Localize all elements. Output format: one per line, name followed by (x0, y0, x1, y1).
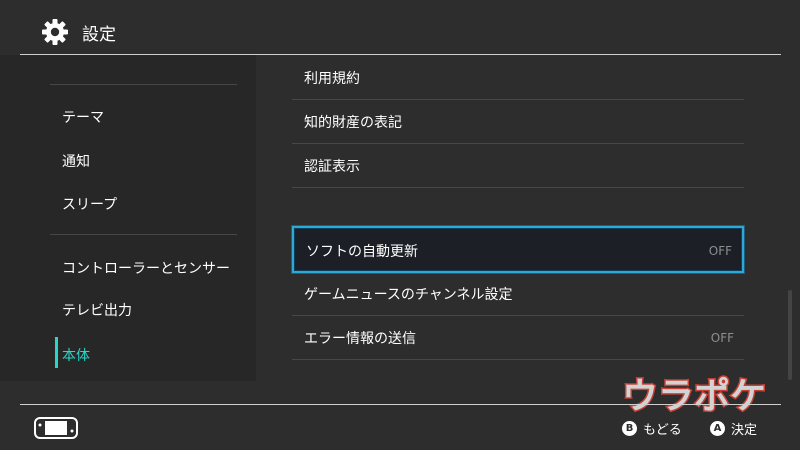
row-label: ゲームニュースのチャンネル設定 (304, 287, 513, 303)
auto-update-value: OFF (708, 244, 732, 258)
sidebar-item-theme[interactable]: テーマ (62, 107, 104, 127)
a-button-icon: A (710, 420, 725, 436)
row-auto-update[interactable]: ソフトの自動更新 OFF (292, 226, 744, 273)
sidebar-item-sleep[interactable]: スリープ (62, 194, 117, 214)
sidebar-item-amiibo[interactable]: amiibo (62, 55, 109, 59)
back-label: もどる (643, 422, 682, 438)
svg-text:ウラポケ: ウラポケ (622, 375, 766, 416)
error-reporting-value: OFF (710, 331, 734, 345)
row-label: 知的財産の表記 (304, 115, 402, 131)
scrollbar[interactable] (788, 290, 792, 380)
confirm-button[interactable]: A 決定 (710, 419, 758, 438)
sidebar-divider (50, 84, 237, 85)
row-label: ソフトの自動更新 (306, 244, 418, 260)
b-button-icon: B (622, 420, 637, 436)
sidebar[interactable]: amiibo テーマ 通知 スリープ コントローラーとセンサー テレビ出力 本体 (0, 55, 256, 381)
row-label: 利用規約 (304, 71, 360, 87)
sidebar-item-notifications[interactable]: 通知 (62, 151, 90, 171)
switch-console-icon (34, 417, 78, 439)
sidebar-item-controllers[interactable]: コントローラーとセンサー (62, 258, 230, 278)
row-label: 認証表示 (304, 159, 360, 175)
row-certification[interactable]: 認証表示 (292, 144, 744, 188)
row-terms-of-use[interactable]: 利用規約 (292, 56, 744, 100)
row-error-reporting[interactable]: エラー情報の送信 OFF (292, 316, 744, 360)
gear-icon (42, 19, 68, 45)
sidebar-divider (50, 234, 237, 235)
header: 設定 (0, 0, 800, 54)
row-ip-notices[interactable]: 知的財産の表記 (292, 100, 744, 144)
footer-divider (20, 404, 781, 405)
sidebar-item-system[interactable]: 本体 (62, 345, 90, 365)
row-news-channels[interactable]: ゲームニュースのチャンネル設定 (292, 272, 744, 316)
back-button[interactable]: B もどる (622, 419, 682, 438)
selection-indicator (55, 337, 58, 368)
row-label: エラー情報の送信 (304, 331, 416, 347)
sidebar-item-tv-output[interactable]: テレビ出力 (62, 300, 132, 320)
row-divider (292, 187, 744, 188)
row-divider (292, 359, 744, 360)
confirm-label: 決定 (731, 422, 758, 438)
watermark-logo: ウラポケ (622, 374, 768, 417)
page-title: 設定 (82, 25, 116, 45)
